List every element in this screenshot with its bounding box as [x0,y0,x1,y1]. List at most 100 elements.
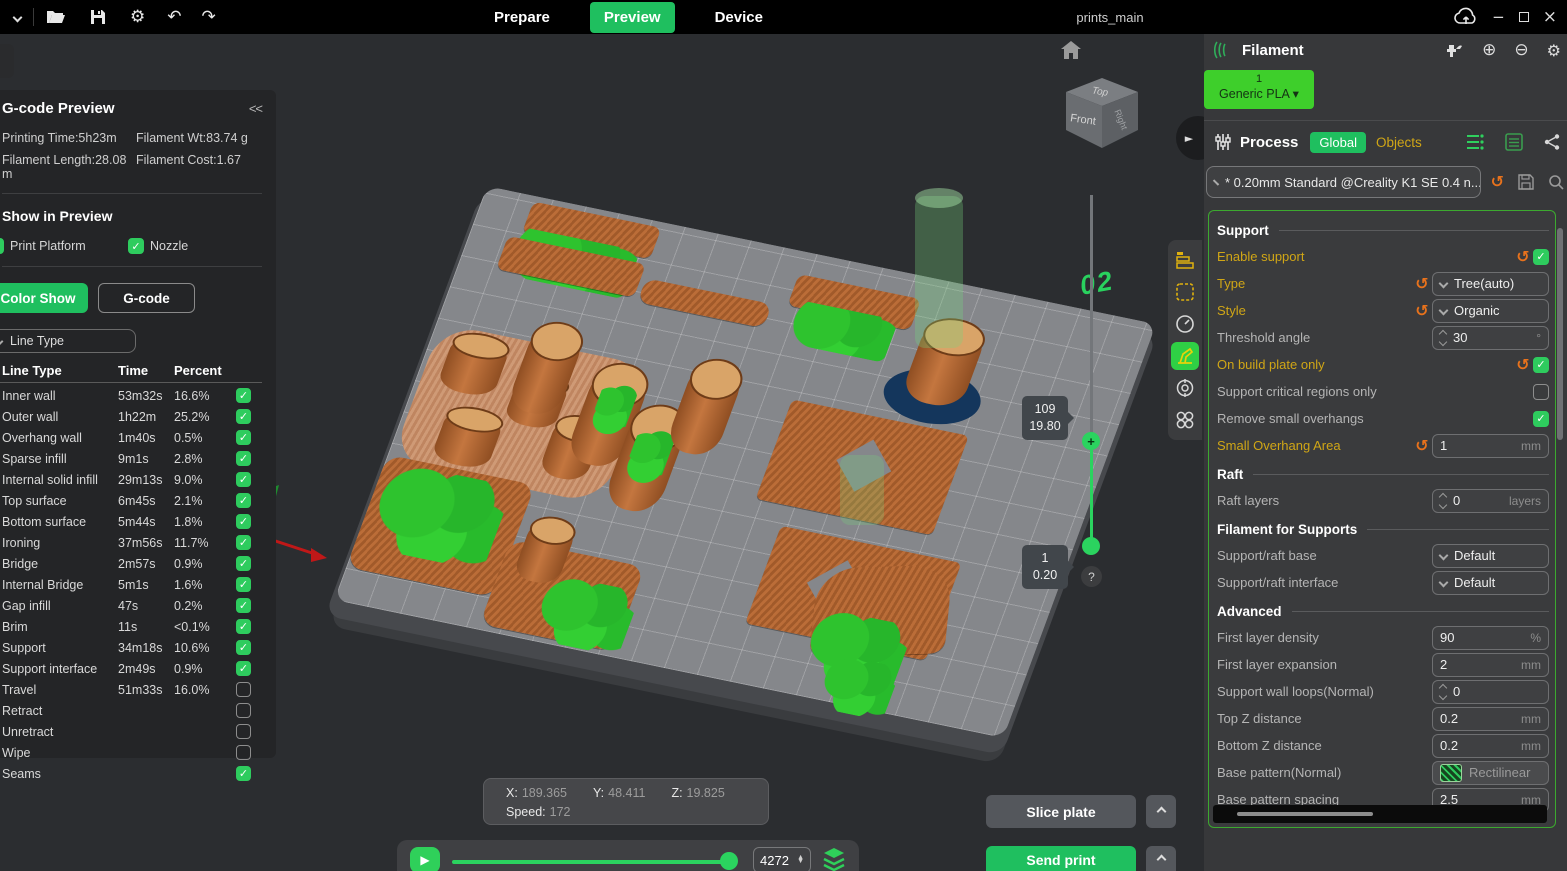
parameter-list-icon[interactable] [1465,133,1485,151]
first-layer-expansion-input[interactable]: 2mm [1432,653,1549,677]
send-options-button[interactable] [1146,846,1176,871]
help-button[interactable]: ? [1081,566,1102,587]
reset-icon[interactable]: ↺ [1513,249,1533,265]
line-type-dropdown[interactable]: Line Type [0,329,136,353]
search-settings-icon[interactable] [1548,174,1564,190]
others-category-icon[interactable] [1171,406,1199,434]
on-build-plate-only-checkbox[interactable]: ✓ [1533,357,1549,373]
menu-chevron-icon[interactable] [14,5,21,29]
layer-slider-bottom-handle[interactable] [1082,537,1100,555]
row-checkbox[interactable]: ✓ [236,472,251,487]
reset-icon[interactable]: ↺ [1412,438,1432,454]
reset-preset-icon[interactable]: ↺ [1491,174,1504,190]
remove-small-overhangs-checkbox[interactable]: ✓ [1533,411,1549,427]
move-count-spinner[interactable]: 4272 ▲▼ [753,847,811,871]
quality-category-icon[interactable] [1171,246,1199,274]
save-preset-icon[interactable] [1518,174,1534,190]
support-raft-interface-select[interactable]: Default [1432,571,1549,595]
row-checkbox[interactable]: ✓ [236,745,251,760]
row-checkbox[interactable]: ✓ [236,619,251,634]
row-checkbox[interactable]: ✓ [236,556,251,571]
reset-icon[interactable]: ↺ [1513,357,1533,373]
left-panel-tab[interactable] [0,44,14,78]
slice-options-button[interactable] [1146,795,1176,828]
tab-device[interactable]: Device [701,2,777,33]
enable-support-checkbox[interactable]: ✓ [1533,249,1549,265]
bottom-z-distance-input[interactable]: 0.2mm [1432,734,1549,758]
support-type-select[interactable]: Tree(auto) [1432,272,1549,296]
filament-settings-gear-icon[interactable]: ⚙ [1547,41,1561,60]
view-cube[interactable]: Top Front Right [1062,76,1144,152]
first-layer-density-input[interactable]: 90% [1432,626,1549,650]
spinner-arrows-icon[interactable] [1440,685,1446,699]
row-checkbox[interactable]: ✓ [236,514,251,529]
model-strip[interactable] [637,278,772,328]
play-button[interactable]: ▶ [410,847,440,871]
spinner-arrows-icon[interactable] [1440,494,1446,508]
horizontal-scrollbar[interactable] [1213,805,1547,823]
print-platform-checkbox[interactable]: ✓ [0,238,4,254]
minimize-button[interactable]: − [1492,8,1505,26]
process-preset-dropdown[interactable]: * 0.20mm Standard @Creality K1 SE 0.4 n.… [1206,166,1481,198]
collapse-panel-button[interactable]: << [249,101,262,116]
remove-filament-icon[interactable]: ⊖ [1514,40,1528,60]
raft-layers-spinner[interactable]: 0layers [1432,489,1549,513]
support-wall-loops-spinner[interactable]: 0 [1432,680,1549,704]
support-raft-base-select[interactable]: Default [1432,544,1549,568]
scrollbar-thumb[interactable] [1237,812,1373,816]
row-checkbox[interactable]: ✓ [236,409,251,424]
row-checkbox[interactable]: ✓ [236,388,251,403]
row-checkbox[interactable]: ✓ [236,703,251,718]
row-checkbox[interactable]: ✓ [236,577,251,592]
reset-icon[interactable]: ↺ [1412,303,1432,319]
support-style-select[interactable]: Organic [1432,299,1549,323]
settings-gear-icon[interactable]: ⚙ [130,5,145,29]
row-checkbox[interactable]: ✓ [236,598,251,613]
spinner-arrows-icon[interactable]: ▲▼ [797,856,804,864]
top-z-distance-input[interactable]: 0.2mm [1432,707,1549,731]
support-critical-regions-checkbox[interactable]: ✓ [1533,384,1549,400]
playback-slider-knob[interactable] [720,852,738,870]
save-icon[interactable] [90,5,106,29]
parameter-table-icon[interactable] [1505,133,1523,151]
speed-category-icon[interactable] [1171,310,1199,338]
tab-global[interactable]: Global [1310,132,1366,153]
row-checkbox[interactable]: ✓ [236,451,251,466]
row-checkbox[interactable]: ✓ [236,766,251,781]
threshold-angle-spinner[interactable]: 30° [1432,326,1549,350]
send-print-button[interactable]: Send print [986,846,1136,871]
multimaterial-category-icon[interactable] [1171,374,1199,402]
add-filament-icon[interactable]: ⊕ [1482,40,1496,60]
layers-view-icon[interactable] [821,846,847,871]
row-checkbox[interactable]: ✓ [236,430,251,445]
layer-slider-top-handle[interactable]: + [1082,432,1100,450]
undo-icon[interactable]: ↶ [167,5,181,29]
vertical-scrollbar[interactable] [1557,228,1563,440]
home-view-icon[interactable] [1060,40,1082,60]
reset-icon[interactable]: ↺ [1412,276,1432,292]
base-pattern-select[interactable]: Rectilinear [1432,761,1549,785]
maximize-button[interactable] [1519,12,1529,22]
sliced-models[interactable] [334,186,1156,738]
close-button[interactable]: × [1543,7,1557,27]
slice-plate-button[interactable]: Slice plate [986,795,1136,828]
row-checkbox[interactable]: ✓ [236,535,251,550]
redo-icon[interactable]: ↷ [202,5,216,29]
open-folder-icon[interactable] [46,5,66,29]
row-checkbox[interactable]: ✓ [236,661,251,676]
filament-slot-chip[interactable]: 1 Generic PLA ▾ [1204,70,1314,109]
filament-change-icon[interactable] [1444,41,1464,59]
tab-objects[interactable]: Objects [1376,135,1422,150]
nozzle-checkbox[interactable]: ✓ [128,238,144,254]
row-checkbox[interactable]: ✓ [236,640,251,655]
spinner-arrows-icon[interactable] [1440,331,1446,345]
row-checkbox[interactable]: ✓ [236,493,251,508]
color-show-button[interactable]: Color Show [0,283,88,313]
playback-slider[interactable] [452,860,730,864]
tab-prepare[interactable]: Prepare [480,2,564,33]
strength-category-icon[interactable] [1171,278,1199,306]
row-checkbox[interactable]: ✓ [236,724,251,739]
support-category-icon[interactable] [1171,342,1199,370]
cloud-upload-icon[interactable] [1454,7,1478,27]
tab-preview[interactable]: Preview [590,2,675,33]
